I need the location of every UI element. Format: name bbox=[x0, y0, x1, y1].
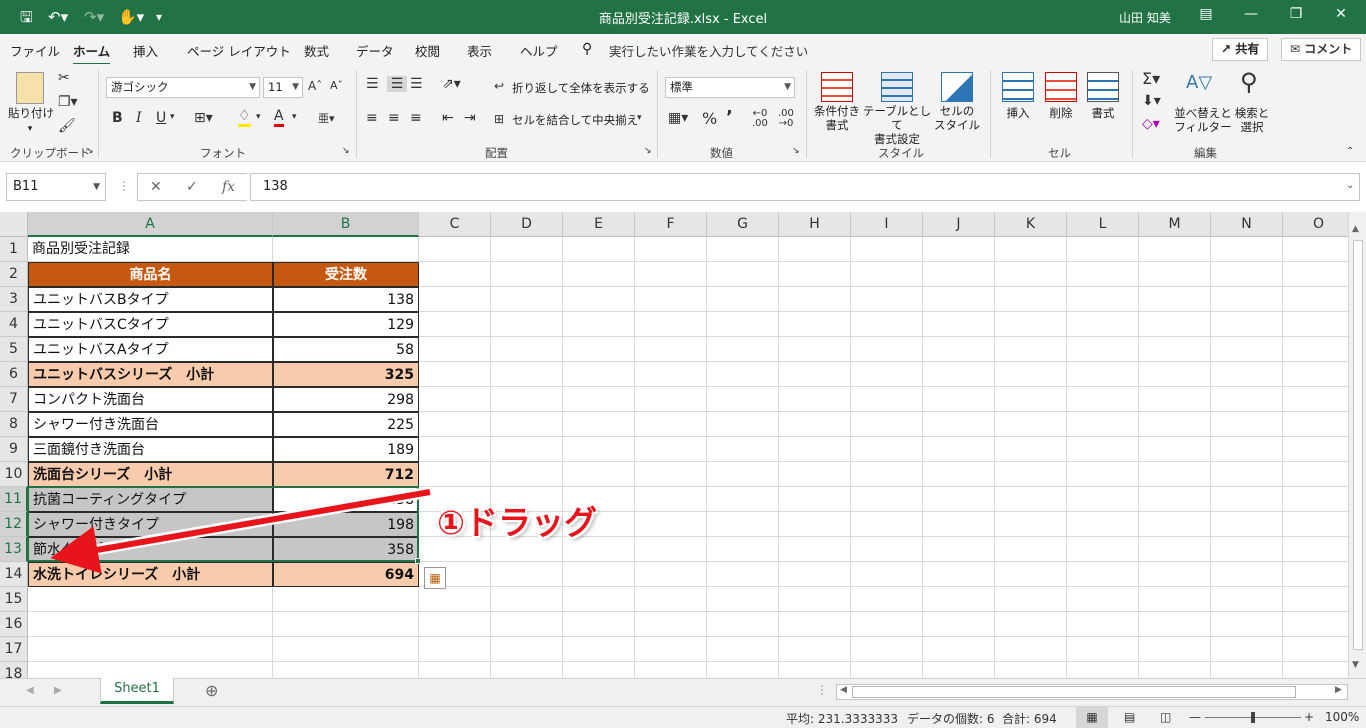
zoom-out-icon[interactable]: — bbox=[1189, 710, 1201, 724]
page-layout-view-icon[interactable]: ▤ bbox=[1124, 710, 1135, 724]
status-bar: 平均: 231.3333333 データの個数: 6 合計: 694 ▦ ▤ ◫ … bbox=[0, 706, 1366, 728]
sheet-tab-sheet1[interactable]: Sheet1 bbox=[100, 678, 174, 704]
page-break-view-icon[interactable]: ◫ bbox=[1160, 710, 1171, 724]
status-sum[interactable]: 合計: 694 bbox=[1002, 710, 1057, 727]
next-sheet-icon[interactable]: ▶ bbox=[54, 685, 62, 696]
quick-analysis-icon[interactable]: ▦ bbox=[424, 567, 446, 589]
status-count[interactable]: データの個数: 6 bbox=[907, 710, 995, 727]
scroll-left-icon[interactable]: ◀ bbox=[840, 685, 847, 695]
horizontal-scroll-thumb[interactable] bbox=[852, 686, 1296, 698]
drag-arrow-annotation bbox=[50, 486, 431, 574]
status-average[interactable]: 平均: 231.3333333 bbox=[786, 710, 898, 727]
drag-annotation-label: ①ドラッグ bbox=[437, 503, 597, 542]
zoom-slider-thumb[interactable] bbox=[1251, 712, 1255, 723]
tab-split-handle-icon[interactable]: ⋮ bbox=[816, 683, 828, 697]
add-sheet-icon[interactable]: ⊕ bbox=[205, 681, 218, 700]
normal-view-icon[interactable]: ▦ bbox=[1076, 707, 1108, 728]
sheet-tab-bar: ◀ ▶ Sheet1 ⊕ ⋮ ◀ ▶ bbox=[0, 678, 1366, 706]
zoom-level[interactable]: 100% bbox=[1325, 710, 1359, 724]
drag-arrow-line bbox=[50, 489, 431, 574]
scroll-right-icon[interactable]: ▶ bbox=[1335, 685, 1342, 695]
horizontal-scrollbar[interactable]: ◀ ▶ bbox=[836, 684, 1348, 700]
zoom-in-icon[interactable]: + bbox=[1304, 710, 1314, 724]
prev-sheet-icon[interactable]: ◀ bbox=[26, 685, 34, 696]
